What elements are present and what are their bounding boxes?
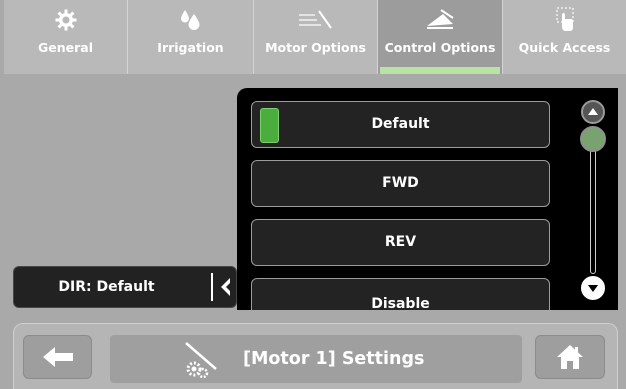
option-rev-button[interactable]: REV [251,219,550,266]
bottom-bar: [Motor 1] Settings [13,323,618,389]
back-button[interactable] [23,335,92,379]
option-default-button[interactable]: Default [251,101,550,148]
dir-selector-label: DIR: Default [58,279,155,295]
divider [211,273,213,301]
option-label: Disable [371,296,430,310]
tab-motor-options[interactable]: Motor Options [253,0,377,74]
tab-general[interactable]: General [4,0,127,74]
tab-motor-options-label: Motor Options [265,40,366,55]
scroll-down-button[interactable] [581,276,605,300]
page-title-bar: [Motor 1] Settings [110,335,522,383]
motor-options-icon [296,6,336,34]
tab-general-label: General [38,40,93,55]
page-title: [Motor 1] Settings [243,349,425,369]
app-screen: General Irrigation Motor Options Control… [0,0,626,389]
scroll-up-button[interactable] [581,100,605,124]
hand-tap-icon [545,6,585,34]
active-tab-indicator [380,67,500,74]
scrollbar[interactable] [580,100,606,300]
home-icon [557,345,583,369]
option-disable-button[interactable]: Disable [251,278,550,310]
tab-irrigation[interactable]: Irrigation [127,0,253,74]
option-label: Default [371,116,430,132]
motor-settings-icon [172,339,228,379]
tab-quick-access-label: Quick Access [518,40,611,55]
gear-icon [46,6,86,34]
tab-control-options-label: Control Options [384,40,496,55]
chevron-down-icon [588,285,598,292]
chevron-up-icon [588,108,598,115]
control-options-icon [420,6,460,34]
dir-selector[interactable]: DIR: Default [13,266,237,308]
tab-quick-access[interactable]: Quick Access [502,0,626,74]
option-label: REV [384,234,417,250]
arrow-left-icon [42,347,73,367]
option-list-panel: Default FWD REV Disable [237,88,618,310]
scroll-thumb[interactable] [580,126,606,152]
option-fwd-button[interactable]: FWD [251,160,550,207]
tab-irrigation-label: Irrigation [157,40,224,55]
chevron-left-icon[interactable] [218,276,234,298]
home-button[interactable] [535,335,605,379]
tab-bar: General Irrigation Motor Options Control… [4,0,626,78]
tab-control-options[interactable]: Control Options [377,0,502,74]
option-label: FWD [382,175,419,191]
water-drops-icon [171,6,211,34]
